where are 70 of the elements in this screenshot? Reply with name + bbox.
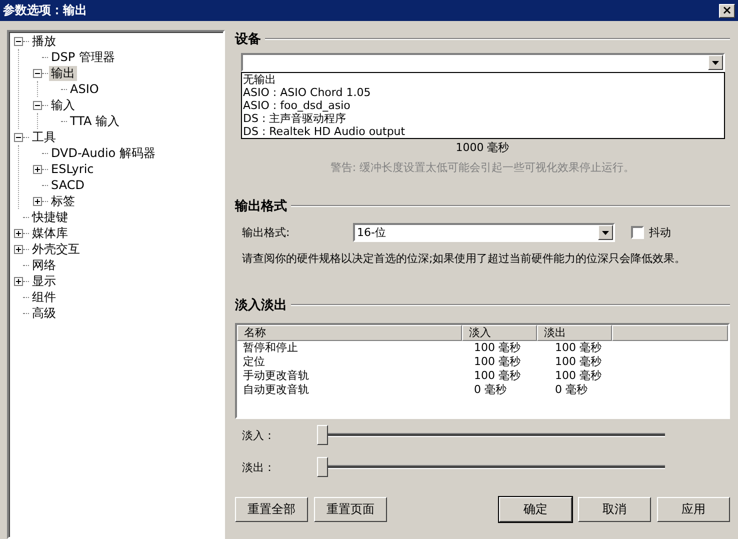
tree-item[interactable]: ASIO (68, 82, 101, 96)
tree-item[interactable]: 快捷键 (30, 210, 70, 224)
checkbox[interactable] (631, 226, 644, 239)
slider-thumb[interactable] (317, 457, 328, 477)
table-cell-text: 0 毫秒 (473, 383, 508, 397)
table-cell-text: 100 毫秒 (473, 341, 522, 355)
table-cell-text: 暂停和停止 (242, 341, 299, 355)
dialog-button[interactable]: 确定 (499, 497, 572, 522)
column-header[interactable]: 淡入 (462, 325, 537, 341)
tree-item[interactable]: 媒体库 (30, 226, 70, 240)
collapse-icon[interactable] (14, 36, 23, 46)
close-button[interactable]: × (719, 4, 735, 18)
table-cell-text: 定位 (242, 355, 266, 369)
dropdown-option[interactable]: DS : 主声音驱动程序 (242, 112, 724, 125)
tree-item[interactable]: DSP 管理器 (49, 50, 117, 64)
table-cell-text: 100 毫秒 (473, 369, 522, 383)
table-cell-text: 100 毫秒 (554, 369, 602, 383)
format-dropdown[interactable]: 16-位 (353, 223, 615, 242)
table-cell-text: 100 毫秒 (554, 355, 602, 369)
window-title: 参数选项：输出 (3, 2, 87, 19)
field-label: 输出格式: (242, 225, 291, 240)
expand-icon[interactable] (14, 228, 23, 238)
column-header[interactable] (612, 325, 728, 341)
slider-label: 淡入： (242, 428, 276, 442)
dropdown-option[interactable]: DS : Realtek HD Audio output (242, 125, 724, 138)
warning-text: 警告: 缓冲长度设置太低可能会引起一些可视化效果停止运行。 (329, 160, 636, 175)
tree-item[interactable]: 网络 (30, 258, 58, 272)
collapse-icon[interactable] (33, 68, 42, 78)
table-cell-text: 0 毫秒 (554, 383, 588, 397)
expand-icon[interactable] (33, 196, 42, 206)
checkbox-label[interactable]: 抖动 (649, 225, 671, 240)
tree-item[interactable]: ESLyric (49, 162, 96, 176)
column-header[interactable]: 淡出 (537, 325, 612, 341)
dialog-button[interactable]: 重置全部 (235, 497, 308, 522)
slider-label: 淡出： (242, 460, 276, 474)
table-cell-text: 100 毫秒 (473, 355, 522, 369)
tree-item[interactable]: 输出 (49, 66, 77, 80)
dropdown-option[interactable]: 无输出 (242, 73, 724, 86)
table-cell-text: 100 毫秒 (554, 341, 602, 355)
device-dropdown[interactable] (241, 53, 725, 72)
dialog-button[interactable]: 重置页面 (314, 497, 387, 522)
slider-thumb[interactable] (317, 425, 328, 445)
tree-item[interactable]: 标签 (49, 194, 77, 208)
table-cell-text: 手动更改音轨 (242, 369, 310, 383)
collapse-icon[interactable] (33, 100, 42, 110)
tree-item[interactable]: 外壳交互 (30, 242, 82, 256)
tree-item[interactable]: 工具 (30, 130, 58, 144)
expand-icon[interactable] (14, 276, 23, 286)
dropdown-option[interactable]: ASIO : ASIO Chord 1.05 (242, 86, 724, 99)
tree-item[interactable]: SACD (49, 178, 86, 192)
note-text: 请查阅你的硬件规格以决定首选的位深;如果使用了超过当前硬件能力的位深只会降低效果。 (241, 251, 687, 266)
tree-item[interactable]: DVD-Audio 解码器 (49, 146, 158, 160)
tree-item[interactable]: 显示 (30, 274, 58, 288)
tree-item[interactable]: 组件 (30, 290, 58, 304)
expand-icon[interactable] (33, 164, 42, 174)
table-cell-text: 自动更改音轨 (242, 383, 310, 397)
dropdown-option[interactable]: ASIO : foo_dsd_asio (242, 99, 724, 112)
tree-item[interactable]: TTA 输入 (68, 114, 122, 128)
tree-item[interactable]: 输入 (49, 98, 77, 112)
buffer-reading: 1000 毫秒 (454, 140, 510, 155)
section-heading: 淡入淡出 (235, 296, 287, 314)
dialog-button[interactable]: 取消 (578, 497, 651, 522)
section-heading: 设备 (235, 31, 261, 48)
collapse-icon[interactable] (14, 132, 23, 142)
tree-item[interactable]: 播放 (30, 34, 58, 48)
expand-icon[interactable] (14, 244, 23, 254)
column-header[interactable]: 名称 (237, 325, 462, 341)
dialog-button[interactable]: 应用 (657, 497, 730, 522)
tree-item[interactable]: 高级 (30, 306, 58, 320)
section-heading: 输出格式 (235, 198, 287, 215)
